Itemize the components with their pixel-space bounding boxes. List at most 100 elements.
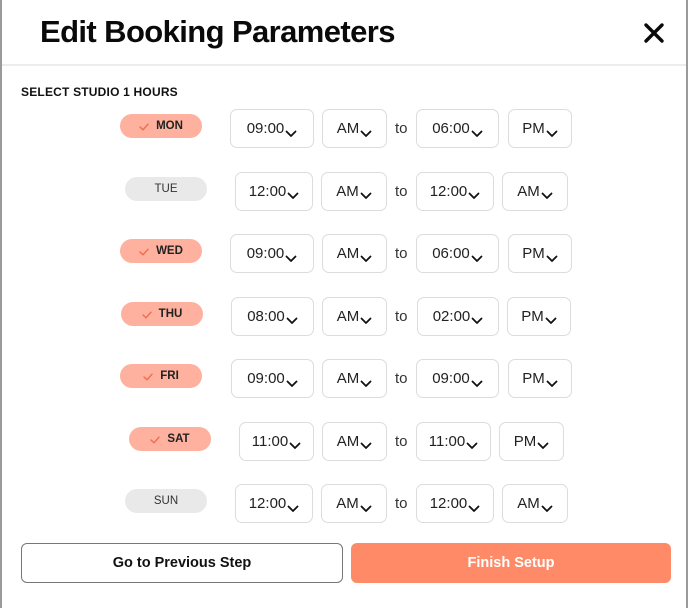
start-period-select[interactable]: AM <box>322 421 387 461</box>
end-time-select-value: 02:00 <box>432 307 471 325</box>
start-time-select[interactable]: 09:00 <box>230 234 314 273</box>
chevron-down-icon <box>471 250 483 262</box>
end-time-select[interactable]: 12:00 <box>416 171 494 211</box>
start-time-select[interactable]: 08:00 <box>231 296 314 336</box>
end-time-select[interactable]: 02:00 <box>417 296 499 336</box>
chevron-down-icon <box>360 250 372 262</box>
start-period-select[interactable]: AM <box>322 109 387 148</box>
chevron-down-icon <box>287 187 299 199</box>
range-separator: to <box>395 120 408 137</box>
start-period-select[interactable]: AM <box>322 296 387 336</box>
start-period-select[interactable]: AM <box>321 484 387 523</box>
start-time-select-value: 11:00 <box>251 432 289 450</box>
start-time-select[interactable]: 11:00 <box>239 421 314 461</box>
chevron-down-icon <box>468 187 480 199</box>
chevron-down-icon <box>285 250 297 262</box>
end-period-select[interactable]: PM <box>508 109 572 148</box>
range-separator: to <box>395 370 408 387</box>
start-time-select-value: 09:00 <box>247 370 285 387</box>
check-icon <box>139 247 149 256</box>
start-time-select-value: 09:00 <box>246 245 285 262</box>
end-time-select[interactable]: 09:00 <box>416 359 499 398</box>
end-period-select-value: PM <box>522 245 545 262</box>
previous-step-button[interactable]: Go to Previous Step <box>21 543 343 583</box>
end-period-select-value: PM <box>522 120 545 137</box>
day-row-thu: THU 08:00 AM to 02:00 PM <box>2 296 686 359</box>
day-row-mon: MON 09:00 AM to 06:00 PM <box>2 108 686 171</box>
day-hours-list: MON 09:00 AM to 06:00 PM TUE 12:00 AM to 12:00 AM WE… <box>2 108 686 546</box>
end-time-select-value: 09:00 <box>432 370 470 387</box>
end-time-select-value: 11:00 <box>428 432 466 450</box>
end-period-select-value: PM <box>513 432 537 450</box>
start-time-select[interactable]: 09:00 <box>231 359 314 398</box>
end-period-select-value: AM <box>517 182 540 200</box>
range-separator: to <box>395 495 408 512</box>
start-time-select-value: 12:00 <box>248 182 287 200</box>
chevron-down-icon <box>466 437 478 449</box>
chevron-down-icon <box>360 125 372 137</box>
day-label: SUN <box>153 495 179 507</box>
section-label: SELECT STUDIO 1 HOURS <box>21 85 178 99</box>
end-period-select-value: PM <box>521 307 544 325</box>
finish-setup-button[interactable]: Finish Setup <box>351 543 671 583</box>
end-time-select[interactable]: 11:00 <box>416 421 491 461</box>
check-icon <box>143 372 153 381</box>
chevron-down-icon <box>360 437 372 449</box>
day-toggle-fri[interactable]: FRI <box>120 364 202 388</box>
day-row-fri: FRI 09:00 AM to 09:00 PM <box>2 358 686 421</box>
day-label: TUE <box>154 182 178 195</box>
end-time-select-value: 06:00 <box>432 120 470 137</box>
close-button[interactable] <box>641 20 667 46</box>
day-toggle-sun[interactable]: SUN <box>125 489 207 513</box>
start-period-select[interactable]: AM <box>322 359 387 398</box>
day-toggle-tue[interactable]: TUE <box>125 176 207 201</box>
start-time-select-value: 08:00 <box>247 307 285 325</box>
start-period-select-value: AM <box>336 182 359 200</box>
end-time-select-value: 12:00 <box>429 182 468 200</box>
end-period-select[interactable]: PM <box>508 359 572 398</box>
day-toggle-thu[interactable]: THU <box>121 301 203 326</box>
chevron-down-icon <box>360 500 372 512</box>
start-period-select[interactable]: AM <box>322 234 387 273</box>
chevron-down-icon <box>360 375 372 387</box>
end-period-select[interactable]: AM <box>502 171 568 211</box>
start-period-select-value: AM <box>336 245 360 262</box>
end-time-select-value: 06:00 <box>432 245 470 262</box>
start-time-select[interactable]: 12:00 <box>235 171 313 211</box>
check-icon <box>141 310 152 318</box>
day-toggle-sat[interactable]: SAT <box>129 426 211 451</box>
start-time-select[interactable]: 12:00 <box>235 484 313 523</box>
end-time-select[interactable]: 06:00 <box>416 234 499 273</box>
check-icon <box>150 435 161 443</box>
end-period-select[interactable]: PM <box>508 234 572 273</box>
range-separator: to <box>395 432 408 450</box>
start-period-select[interactable]: AM <box>321 171 387 211</box>
chevron-down-icon <box>537 437 549 449</box>
start-period-select-value: AM <box>336 307 360 325</box>
chevron-down-icon <box>471 312 483 324</box>
chevron-down-icon <box>287 500 299 512</box>
day-toggle-mon[interactable]: MON <box>120 114 202 138</box>
chevron-down-icon <box>541 500 553 512</box>
end-time-select[interactable]: 06:00 <box>416 109 499 148</box>
dialog-title: Edit Booking Parameters <box>40 14 395 49</box>
check-icon <box>139 122 149 131</box>
end-period-select-value: PM <box>522 370 545 387</box>
start-time-select-value: 09:00 <box>246 120 285 137</box>
start-time-select[interactable]: 09:00 <box>230 109 314 148</box>
booking-dialog: Edit Booking Parameters SELECT STUDIO 1 … <box>0 0 688 608</box>
end-period-select[interactable]: PM <box>507 296 571 336</box>
range-separator: to <box>395 245 408 262</box>
day-toggle-wed[interactable]: WED <box>120 239 202 263</box>
end-period-select[interactable]: AM <box>502 484 568 523</box>
chevron-down-icon <box>471 375 483 387</box>
chevron-down-icon <box>545 312 557 324</box>
chevron-down-icon <box>286 312 298 324</box>
chevron-down-icon <box>471 125 483 137</box>
end-period-select[interactable]: PM <box>499 421 564 461</box>
start-period-select-value: AM <box>336 370 360 387</box>
end-time-select[interactable]: 12:00 <box>416 484 494 523</box>
close-icon <box>644 23 664 43</box>
end-time-select-value: 12:00 <box>429 495 468 512</box>
dialog-header: Edit Booking Parameters <box>2 0 686 66</box>
